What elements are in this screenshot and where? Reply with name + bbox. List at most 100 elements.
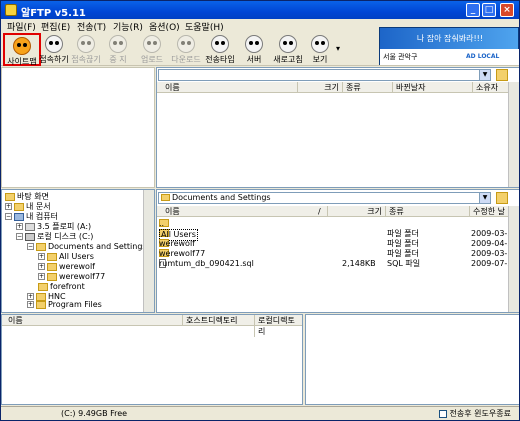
- view-icon: [311, 35, 329, 53]
- transfer-type-button[interactable]: 전송타입: [201, 33, 239, 66]
- tree-node[interactable]: + 내 문서: [5, 202, 51, 212]
- remote-col-size[interactable]: 크기: [297, 82, 342, 93]
- computer-icon: [14, 212, 24, 221]
- local-col-type[interactable]: 종류: [385, 206, 469, 217]
- local-folder-tree[interactable]: 바탕 화면 + 내 문서 − 내 컴퓨터 +3.5 플로피 (A:) − 로컬 디스크…: [1, 189, 155, 313]
- file-row[interactable]: ..: [159, 219, 509, 229]
- chevron-down-icon[interactable]: ▼: [479, 193, 490, 203]
- tree-vertical-scrollbar[interactable]: [143, 190, 154, 312]
- expand-icon[interactable]: +: [38, 253, 45, 260]
- file-row[interactable]: werewolf파일 폴더2009-04-20 오: [159, 239, 519, 249]
- stop-icon: [109, 35, 127, 53]
- local-col-size[interactable]: 크기: [327, 206, 385, 217]
- menu-options[interactable]: 옵션(O): [149, 20, 180, 33]
- banner-location: 서울 관악구: [383, 53, 418, 61]
- close-icon[interactable]: ×: [500, 3, 514, 17]
- folder-icon: [47, 272, 57, 281]
- file-type: 파일 폴더: [387, 239, 419, 248]
- local-file-pane[interactable]: Documents and Settings ▼ 이름 / 크기 종류 수정한 …: [156, 189, 519, 313]
- menu-help[interactable]: 도움말(H): [185, 20, 224, 33]
- file-row[interactable]: All Users파일 폴더2009-03-28 오: [159, 229, 519, 241]
- folder-icon: [36, 242, 46, 251]
- tree-node-label: werewolf: [59, 262, 95, 271]
- checkbox-icon[interactable]: [439, 409, 447, 418]
- tree-node[interactable]: − 로컬 디스크 (C:): [16, 232, 93, 242]
- file-row[interactable]: rumtum_db_090421.sql 2,148KB SQL 파일 2009-07…: [159, 259, 519, 269]
- expand-icon[interactable]: +: [5, 203, 12, 210]
- server-button[interactable]: 서버: [235, 33, 273, 66]
- remote-vertical-scrollbar[interactable]: [508, 82, 519, 187]
- remote-col-type[interactable]: 종류: [342, 82, 392, 93]
- expand-icon[interactable]: +: [27, 301, 34, 308]
- queue-col-local-dir[interactable]: 로컬디렉토리: [254, 315, 302, 337]
- local-vertical-scrollbar[interactable]: [508, 206, 519, 312]
- remote-col-owner[interactable]: 소유자: [472, 82, 509, 93]
- title-bar: 알FTP v5.11 _ □ ×: [1, 1, 519, 19]
- menu-edit[interactable]: 편집(E): [41, 20, 70, 33]
- app-icon: [5, 4, 17, 16]
- tree-node[interactable]: 바탕 화면: [5, 192, 49, 202]
- sitemap-icon: [13, 37, 31, 55]
- download-button[interactable]: 다운로드: [167, 33, 205, 66]
- maximize-icon[interactable]: □: [482, 3, 496, 17]
- floppy-icon: [25, 222, 35, 231]
- upload-button[interactable]: 업로드: [133, 33, 171, 66]
- collapse-icon[interactable]: −: [5, 213, 12, 220]
- shutdown-after-transfer-checkbox[interactable]: 전송후 윈도우종료: [439, 408, 511, 419]
- local-path-combo[interactable]: Documents and Settings ▼: [158, 192, 491, 204]
- tree-node[interactable]: + Program Files: [27, 300, 102, 310]
- collapse-icon[interactable]: −: [16, 233, 23, 240]
- tree-node-label: 바탕 화면: [17, 192, 49, 201]
- tree-node-label: 내 컴퓨터: [26, 212, 58, 221]
- menu-transfer[interactable]: 전송(T): [77, 20, 106, 33]
- upload-icon: [143, 35, 161, 53]
- expand-icon[interactable]: +: [27, 293, 34, 300]
- stop-button[interactable]: 중 지: [99, 33, 137, 66]
- tree-node-label: 로컬 디스크 (C:): [37, 232, 94, 241]
- file-size: 2,148KB: [342, 259, 376, 268]
- collapse-icon[interactable]: −: [27, 243, 34, 250]
- remote-col-name[interactable]: 이름: [157, 82, 297, 93]
- ad-banner[interactable]: 나 잡아 잡숴봐라!!! 서울 관악구 AD LOCAL: [379, 27, 519, 65]
- remote-up-folder-icon[interactable]: [496, 69, 508, 81]
- file-name: werewolf77: [159, 249, 206, 258]
- queue-col-host-dir[interactable]: 호스트디렉토리: [182, 315, 254, 326]
- expand-icon[interactable]: +: [38, 273, 45, 280]
- minimize-icon[interactable]: _: [466, 3, 480, 17]
- tree-node[interactable]: − 내 컴퓨터: [5, 212, 58, 222]
- tree-node[interactable]: forefront: [38, 282, 85, 292]
- menu-file[interactable]: 파일(F): [7, 20, 36, 33]
- file-row[interactable]: werewolf77파일 폴더2009-03-30 오: [159, 249, 519, 259]
- tree-node[interactable]: + All Users: [38, 252, 94, 262]
- log-pane[interactable]: [305, 314, 519, 405]
- sitemap-pane[interactable]: [1, 67, 155, 188]
- tree-node-selected[interactable]: − Documents and Settings: [27, 242, 147, 252]
- file-type: SQL 파일: [387, 259, 421, 268]
- expand-icon[interactable]: +: [38, 263, 45, 270]
- tree-node[interactable]: +3.5 플로피 (A:): [16, 222, 91, 232]
- tree-node[interactable]: + werewolf: [38, 262, 95, 272]
- view-button[interactable]: 보기: [301, 33, 339, 66]
- expand-icon[interactable]: +: [16, 223, 23, 230]
- stop-label: 중 지: [109, 55, 127, 64]
- transfer-queue-pane[interactable]: 이름 호스트디렉토리 로컬디렉토리: [1, 314, 303, 405]
- sitemap-label: 사이트맵: [7, 57, 37, 66]
- remote-file-pane[interactable]: ▼ 이름 크기 종류 바뀐날자 소유자: [156, 67, 519, 188]
- remote-path-combo[interactable]: ▼: [158, 69, 491, 81]
- remote-col-modified[interactable]: 바뀐날자: [392, 82, 472, 93]
- local-col-name[interactable]: 이름: [157, 206, 315, 217]
- tree-node-label: 3.5 플로피 (A:): [37, 222, 92, 231]
- menu-function[interactable]: 기능(R): [113, 20, 143, 33]
- tree-node-label: forefront: [50, 282, 85, 291]
- tree-node-label: werewolf77: [59, 272, 106, 281]
- chevron-down-icon[interactable]: ▼: [479, 70, 490, 80]
- download-label: 다운로드: [171, 55, 201, 64]
- folder-icon: [36, 300, 46, 309]
- queue-col-name[interactable]: 이름: [2, 315, 182, 326]
- toolbar-more-icon[interactable]: ▾: [336, 44, 340, 53]
- drive-free-space: (C:) 9.49GB Free: [61, 409, 128, 418]
- file-type: 파일 폴더: [387, 249, 419, 258]
- disconnect-icon: [77, 35, 95, 53]
- tree-node[interactable]: + werewolf77: [38, 272, 105, 282]
- local-up-folder-icon[interactable]: [496, 192, 508, 204]
